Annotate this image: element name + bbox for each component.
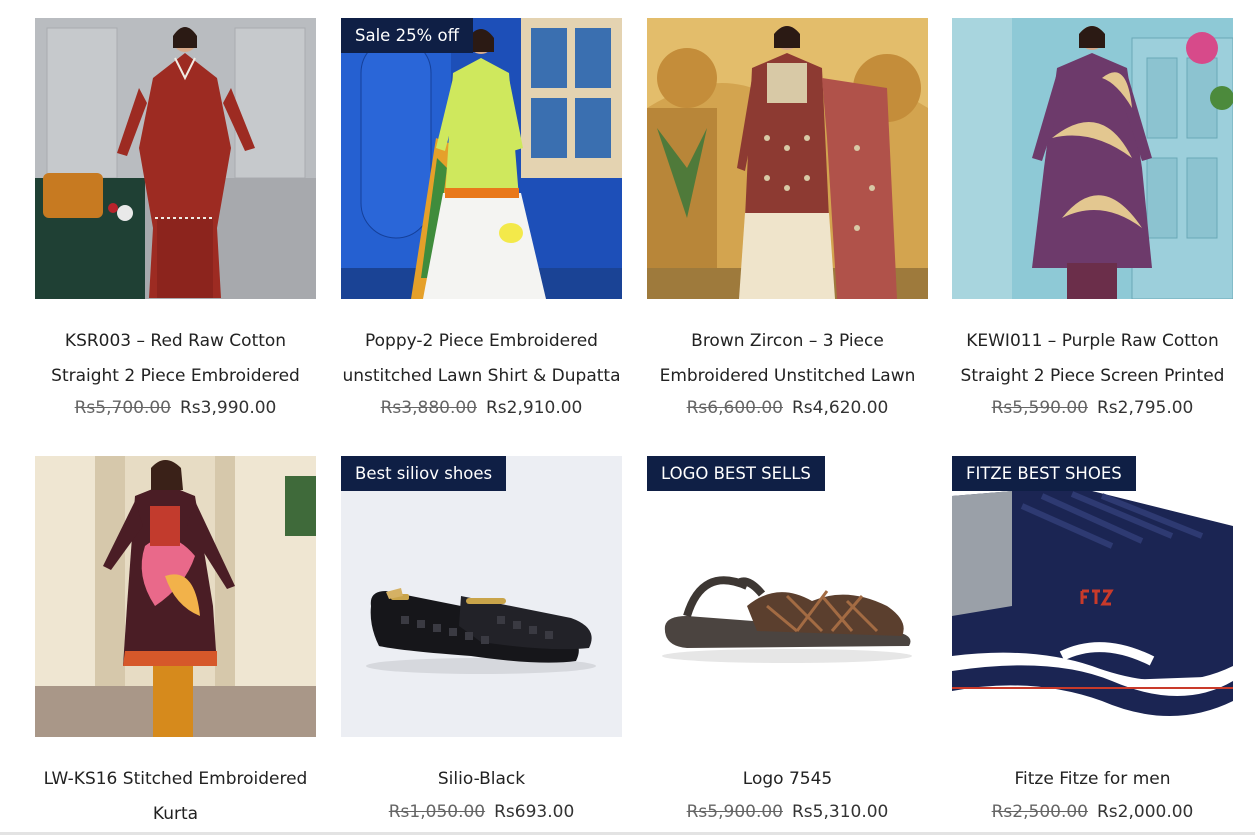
product-badge: Sale 25% off [341, 18, 473, 53]
old-price: Rs3,880.00 [380, 398, 477, 418]
product-image[interactable] [647, 18, 928, 299]
product-title[interactable]: Poppy-2 Piece Embroidered unstitched Law… [341, 324, 622, 394]
product-price: Rs3,880.00 Rs2,910.00 [341, 395, 622, 421]
product-image[interactable]: Sale 25% off [341, 18, 622, 299]
old-price: Rs5,700.00 [74, 398, 171, 418]
product-card[interactable]: FITZE BEST SHOES Fitze Fitze for men Rs2… [952, 456, 1233, 825]
product-price: Rs5,590.00 Rs2,795.00 [952, 395, 1233, 421]
product-image[interactable]: FITZE BEST SHOES [952, 456, 1233, 737]
sale-price: Rs3,990.00 [180, 398, 277, 418]
old-price: Rs6,600.00 [686, 398, 783, 418]
product-card[interactable]: Sale 25% off Poppy-2 Piece Embroidered u… [341, 18, 622, 421]
product-title[interactable]: KSR003 – Red Raw Cotton Straight 2 Piece… [35, 324, 316, 394]
old-price: Rs5,590.00 [991, 398, 1088, 418]
sale-price: Rs2,795.00 [1097, 398, 1194, 418]
product-card[interactable]: KSR003 – Red Raw Cotton Straight 2 Piece… [35, 18, 316, 421]
product-card[interactable]: KEWI011 – Purple Raw Cotton Straight 2 P… [952, 18, 1233, 421]
product-image[interactable] [35, 18, 316, 299]
product-image[interactable] [952, 18, 1233, 299]
product-card[interactable]: LW-KS16 Stitched Embroidered Kurta [35, 456, 316, 832]
product-price: Rs1,050.00 Rs693.00 [341, 799, 622, 825]
product-title[interactable]: KEWI011 – Purple Raw Cotton Straight 2 P… [952, 324, 1233, 394]
product-card[interactable]: LOGO BEST SELLS Logo 7545 Rs5,900.00 Rs5,… [647, 456, 928, 825]
sale-price: Rs4,620.00 [792, 398, 889, 418]
product-price: Rs5,700.00 Rs3,990.00 [35, 395, 316, 421]
product-image[interactable]: LOGO BEST SELLS [647, 456, 928, 737]
sale-price: Rs2,000.00 [1097, 802, 1194, 822]
product-card[interactable]: Brown Zircon – 3 Piece Embroidered Unsti… [647, 18, 928, 421]
product-image[interactable] [35, 456, 316, 737]
product-price: Rs2,500.00 Rs2,000.00 [952, 799, 1233, 825]
product-badge: LOGO BEST SELLS [647, 456, 825, 491]
sale-price: Rs5,310.00 [792, 802, 889, 822]
old-price: Rs5,900.00 [686, 802, 783, 822]
product-price: Rs5,900.00 Rs5,310.00 [647, 799, 928, 825]
product-title[interactable]: LW-KS16 Stitched Embroidered Kurta [35, 762, 316, 832]
sale-price: Rs693.00 [494, 802, 575, 822]
product-badge: FITZE BEST SHOES [952, 456, 1136, 491]
product-card[interactable]: Best siliov shoes Silio-Black Rs1,050.00… [341, 456, 622, 825]
product-image[interactable]: Best siliov shoes [341, 456, 622, 737]
old-price: Rs2,500.00 [991, 802, 1088, 822]
old-price: Rs1,050.00 [388, 802, 486, 822]
sale-price: Rs2,910.00 [486, 398, 583, 418]
product-grid: KSR003 – Red Raw Cotton Straight 2 Piece… [0, 0, 1255, 835]
product-title[interactable]: Brown Zircon – 3 Piece Embroidered Unsti… [647, 324, 928, 394]
product-badge: Best siliov shoes [341, 456, 507, 491]
product-price: Rs6,600.00 Rs4,620.00 [647, 395, 928, 421]
